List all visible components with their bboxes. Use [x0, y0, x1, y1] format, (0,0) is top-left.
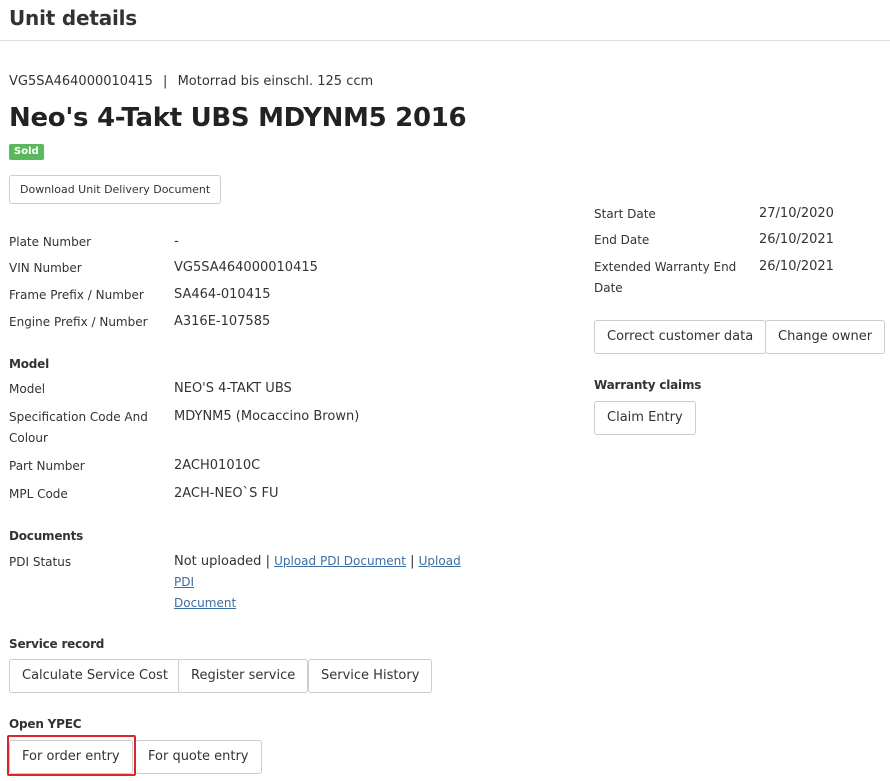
- spec-code-label-line2: Colour: [9, 431, 48, 445]
- vin-category-line: VG5SA464000010415 | Motorrad bis einschl…: [9, 74, 373, 89]
- order-entry-button[interactable]: For order entry: [9, 740, 133, 774]
- vin-number-label: VIN Number: [9, 261, 82, 275]
- end-date-value: 26/10/2021: [759, 232, 834, 247]
- extended-warranty-label-line1: Extended Warranty End: [594, 260, 737, 274]
- page-title: Unit details: [9, 6, 138, 30]
- pdi-separator-1: |: [265, 554, 270, 569]
- page-header: Unit details: [0, 0, 890, 41]
- claim-entry-button[interactable]: Claim Entry: [594, 401, 696, 435]
- open-ypec-title: Open YPEC: [9, 717, 82, 731]
- end-date-label: End Date: [594, 233, 650, 247]
- pdi-status-value: Not uploaded | Upload PDI Document | Upl…: [174, 551, 484, 614]
- start-date-value: 27/10/2020: [759, 206, 834, 221]
- unit-title: Neo's 4-Takt UBS MDYNM5 2016: [9, 103, 467, 133]
- extended-warranty-label-line2: Date: [594, 281, 623, 295]
- unit-vin: VG5SA464000010415: [9, 74, 153, 89]
- change-owner-button[interactable]: Change owner: [765, 320, 886, 354]
- quote-entry-button[interactable]: For quote entry: [135, 740, 262, 774]
- documents-section-title: Documents: [9, 529, 84, 543]
- extended-warranty-label: Extended Warranty End Date: [594, 257, 736, 299]
- unit-category: Motorrad bis einschl. 125 ccm: [177, 74, 374, 89]
- register-service-button[interactable]: Register service: [178, 659, 309, 693]
- engine-number-value: A316E-107585: [174, 314, 271, 329]
- service-history-button[interactable]: Service History: [308, 659, 433, 693]
- model-label: Model: [9, 382, 46, 396]
- download-delivery-document-button[interactable]: Download Unit Delivery Document: [9, 175, 222, 204]
- pdi-status-label: PDI Status: [9, 555, 72, 569]
- mpl-code-label: MPL Code: [9, 487, 68, 501]
- part-number-label: Part Number: [9, 459, 85, 473]
- frame-number-value: SA464-010415: [174, 287, 271, 302]
- pdi-status-text: Not uploaded: [174, 554, 262, 569]
- vin-number-value: VG5SA464000010415: [174, 260, 318, 275]
- frame-number-label: Frame Prefix / Number: [9, 288, 144, 302]
- upload-pdi-link-2-cont[interactable]: Document: [174, 596, 236, 610]
- vin-separator: |: [163, 74, 168, 89]
- pdi-separator-2: |: [410, 554, 415, 569]
- spec-code-label: Specification Code And Colour: [9, 407, 148, 449]
- model-section-title: Model: [9, 357, 50, 371]
- correct-customer-data-button[interactable]: Correct customer data: [594, 320, 767, 354]
- plate-number-label: Plate Number: [9, 235, 92, 249]
- spec-code-label-line1: Specification Code And: [9, 410, 148, 424]
- engine-number-label: Engine Prefix / Number: [9, 315, 148, 329]
- part-number-value: 2ACH01010C: [174, 458, 261, 473]
- warranty-claims-title: Warranty claims: [594, 378, 702, 392]
- status-badge: Sold: [9, 144, 44, 160]
- mpl-code-value: 2ACH-NEO`S FU: [174, 486, 279, 501]
- start-date-label: Start Date: [594, 207, 656, 221]
- model-value: NEO'S 4-TAKT UBS: [174, 381, 292, 396]
- spec-code-value: MDYNM5 (Mocaccino Brown): [174, 409, 360, 424]
- upload-pdi-link-1[interactable]: Upload PDI Document: [274, 554, 406, 568]
- calculate-service-cost-button[interactable]: Calculate Service Cost: [9, 659, 181, 693]
- plate-number-value: -: [174, 234, 179, 249]
- extended-warranty-value: 26/10/2021: [759, 259, 834, 274]
- service-record-title: Service record: [9, 637, 105, 651]
